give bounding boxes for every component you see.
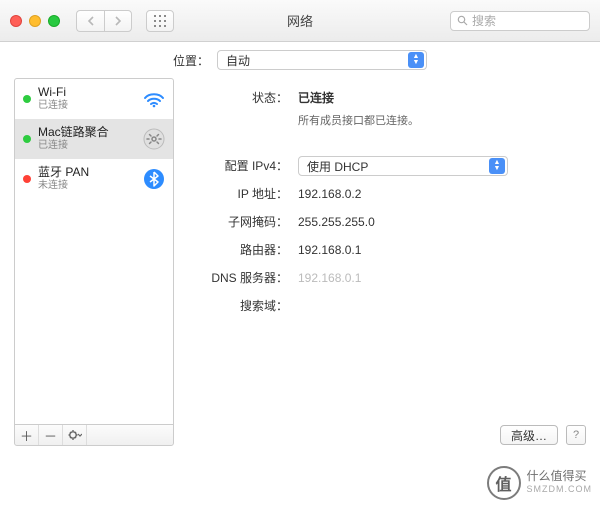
search-icon <box>457 15 468 26</box>
advanced-button[interactable]: 高级… <box>500 425 558 445</box>
watermark-text: 什么值得买 SMZDM.COM <box>527 470 593 496</box>
close-button[interactable] <box>10 15 22 27</box>
router-row: 路由器： 192.168.0.1 <box>202 240 574 260</box>
ip-row: IP 地址： 192.168.0.2 <box>202 184 574 204</box>
help-button[interactable]: ? <box>566 425 586 445</box>
sidebar-item-bond[interactable]: Mac链路聚合 已连接 <box>15 119 173 159</box>
sidebar-item-text: Mac链路聚合 已连接 <box>38 125 143 153</box>
sidebar-item-wifi[interactable]: Wi-Fi 已连接 <box>15 79 173 119</box>
forward-button[interactable] <box>104 10 132 32</box>
router-value: 192.168.0.1 <box>298 240 361 260</box>
detail-pane: 状态： 已连接 所有成员接口都已连接。 配置 IPv4： 使用 DHCP ▲▼ … <box>174 78 586 438</box>
search-field[interactable]: 搜索 <box>450 11 590 31</box>
mask-row: 子网掩码： 255.255.255.0 <box>202 212 574 232</box>
mask-value: 255.255.255.0 <box>298 212 375 232</box>
back-button[interactable] <box>76 10 104 32</box>
watermark-logo: 值 <box>487 466 521 500</box>
ip-label: IP 地址： <box>202 184 298 204</box>
ethernet-icon <box>143 128 165 150</box>
minimize-button[interactable] <box>29 15 41 27</box>
watermark-line2: SMZDM.COM <box>527 483 593 496</box>
sidebar-item-status: 已连接 <box>38 99 143 113</box>
dns-row: DNS 服务器： 192.168.0.1 <box>202 268 574 288</box>
grid-icon <box>154 15 166 27</box>
add-interface-button[interactable]: ＋ <box>15 425 39 445</box>
searchdomain-row: 搜索域： <box>202 296 574 316</box>
show-all-button[interactable] <box>146 10 174 32</box>
mask-label: 子网掩码： <box>202 212 298 232</box>
sidebar-item-text: Wi-Fi 已连接 <box>38 85 143 113</box>
updown-icon: ▲▼ <box>408 52 424 68</box>
sidebar-item-name: Wi-Fi <box>38 85 143 99</box>
updown-icon: ▲▼ <box>489 158 505 174</box>
search-placeholder: 搜索 <box>472 12 496 29</box>
searchdomain-label: 搜索域： <box>202 296 298 316</box>
gear-icon <box>68 429 82 441</box>
bluetooth-icon <box>143 168 165 190</box>
status-dot-icon <box>23 135 31 143</box>
ipv4-value: 使用 DHCP <box>307 158 368 175</box>
sidebar-item-bluetooth[interactable]: 蓝牙 PAN 未连接 <box>15 159 173 199</box>
action-menu-button[interactable] <box>63 425 87 445</box>
ipv4-row: 配置 IPv4： 使用 DHCP ▲▼ <box>202 156 574 176</box>
status-value-block: 已连接 所有成员接口都已连接。 <box>298 88 419 128</box>
sidebar-item-text: 蓝牙 PAN 未连接 <box>38 165 143 193</box>
ip-value: 192.168.0.2 <box>298 184 361 204</box>
status-dot-icon <box>23 175 31 183</box>
wifi-icon <box>143 88 165 110</box>
window-titlebar: 网络 搜索 <box>0 0 600 42</box>
advanced-label: 高级… <box>511 427 547 444</box>
ipv4-select[interactable]: 使用 DHCP ▲▼ <box>298 156 508 176</box>
location-value: 自动 <box>226 52 250 69</box>
chevron-left-icon <box>87 16 95 26</box>
remove-interface-button[interactable]: － <box>39 425 63 445</box>
location-label: 位置： <box>173 52 209 69</box>
sidebar-item-status: 已连接 <box>38 139 143 153</box>
watermark-line1: 什么值得买 <box>527 470 593 483</box>
watermark: 值 什么值得买 SMZDM.COM <box>487 466 593 500</box>
location-select[interactable]: 自动 ▲▼ <box>217 50 427 70</box>
footer: ＋ － 高级… ? <box>14 424 586 446</box>
router-label: 路由器： <box>202 240 298 260</box>
interfaces-sidebar: Wi-Fi 已连接 Mac链路聚合 已连接 蓝牙 PAN 未连接 <box>14 78 174 438</box>
sidebar-item-name: Mac链路聚合 <box>38 125 143 139</box>
status-subtext: 所有成员接口都已连接。 <box>298 112 419 128</box>
status-label: 状态： <box>202 88 298 108</box>
status-dot-icon <box>23 95 31 103</box>
ipv4-label: 配置 IPv4： <box>202 156 298 176</box>
sidebar-item-name: 蓝牙 PAN <box>38 165 143 179</box>
zoom-button[interactable] <box>48 15 60 27</box>
dns-label: DNS 服务器： <box>202 268 298 288</box>
traffic-lights <box>10 15 60 27</box>
status-value: 已连接 <box>298 91 334 105</box>
sidebar-tools: ＋ － <box>14 424 174 446</box>
sidebar-item-status: 未连接 <box>38 179 143 193</box>
nav-back-forward <box>76 10 132 32</box>
chevron-right-icon <box>114 16 122 26</box>
dns-value: 192.168.0.1 <box>298 268 361 288</box>
status-row: 状态： 已连接 所有成员接口都已连接。 <box>202 88 574 128</box>
content-area: Wi-Fi 已连接 Mac链路聚合 已连接 蓝牙 PAN 未连接 <box>0 78 600 438</box>
location-row: 位置： 自动 ▲▼ <box>0 42 600 78</box>
